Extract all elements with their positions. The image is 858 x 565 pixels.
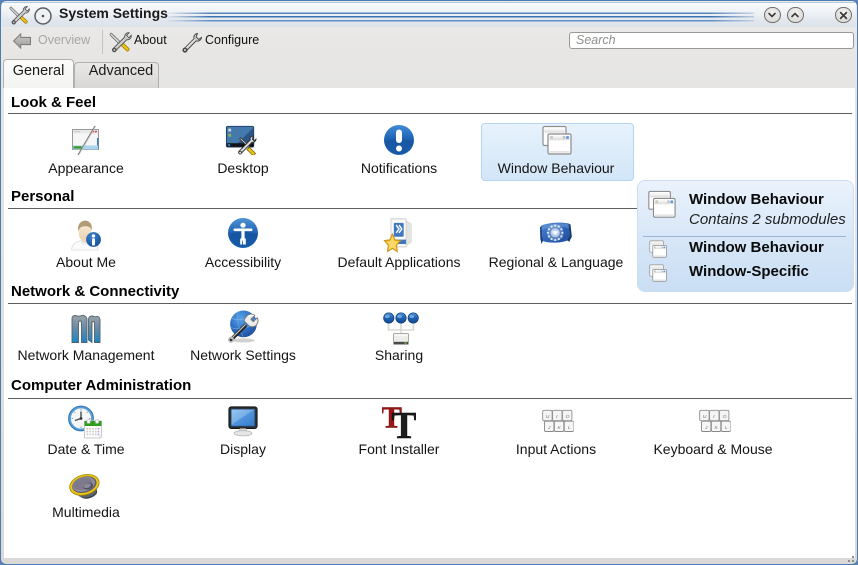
svg-text:T: T	[391, 405, 416, 439]
